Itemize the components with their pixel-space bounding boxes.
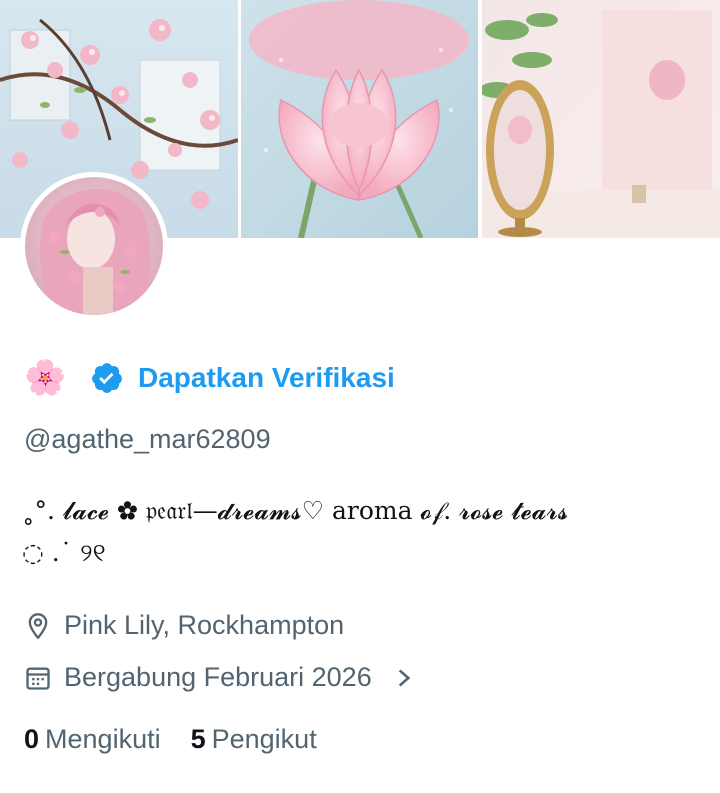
user-handle: @agathe_mar62809 — [24, 424, 271, 454]
profile-joined[interactable]: Bergabung Februari 2026 — [24, 662, 430, 693]
followers-label: Pengikut — [211, 724, 317, 754]
following-count: 0 — [24, 724, 40, 754]
profile-name-row: 🌸 Dapatkan Verifikasi — [24, 355, 395, 401]
location-text: Pink Lily, Rockhampton — [64, 610, 345, 640]
followers-count: 5 — [190, 724, 206, 754]
chevron-right-icon[interactable] — [390, 664, 418, 692]
bio-line: ˳°. 𝓵𝓪𝓬𝓮 ✿ 𝔭𝔢𝔞𝔯𝔩—𝓭𝓻𝓮𝓪𝓶𝓼♡ aroma 𝓸𝒻. 𝓻𝓸𝓼𝓮 … — [22, 496, 569, 525]
following-link[interactable]: 0 Mengikuti — [24, 724, 161, 755]
joined-text: Bergabung Februari 2026 — [64, 662, 372, 692]
bio-line: ◌ .˙ ୨୧ — [22, 538, 106, 567]
profile-location: Pink Lily, Rockhampton — [24, 610, 344, 641]
profile-bio: ˳°. 𝓵𝓪𝓬𝓮 ✿ 𝔭𝔢𝔞𝔯𝔩—𝓭𝓻𝓮𝓪𝓶𝓼♡ aroma 𝓸𝒻. 𝓻𝓸𝓼𝓮 … — [22, 490, 698, 574]
calendar-icon — [26, 667, 50, 690]
get-verified-link[interactable]: Dapatkan Verifikasi — [138, 362, 395, 394]
banner-image-lotus — [241, 0, 478, 238]
following-label: Mengikuti — [45, 724, 161, 754]
follow-stats: 0 Mengikuti 5 Pengikut — [24, 724, 317, 755]
display-name-emoji: 🌸 — [24, 358, 67, 398]
avatar[interactable] — [25, 177, 163, 315]
followers-link[interactable]: 5 Pengikut — [191, 724, 317, 755]
banner-image-mirror — [482, 0, 720, 238]
location-pin-icon — [28, 612, 48, 639]
verified-badge-icon[interactable] — [90, 361, 124, 395]
